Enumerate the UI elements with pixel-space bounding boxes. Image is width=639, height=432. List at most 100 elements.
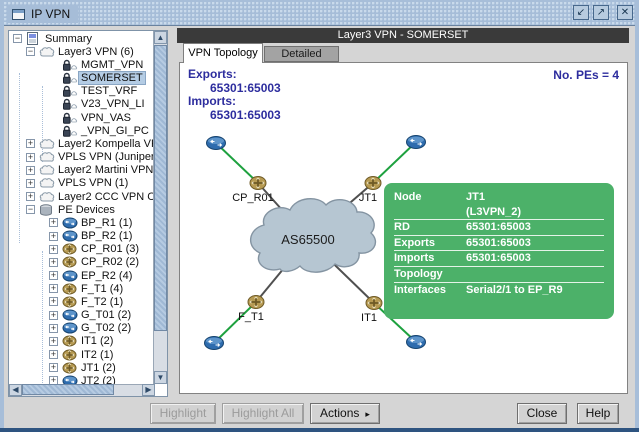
ce-router-icon[interactable] bbox=[407, 336, 426, 349]
pe-router-label: JT1 bbox=[359, 192, 377, 204]
tree-item-label: CP_R01 (3) bbox=[79, 243, 141, 255]
cloud-icon bbox=[39, 45, 56, 58]
collapse-toggle-icon[interactable]: − bbox=[26, 47, 35, 56]
highlight-all-button[interactable]: Highlight All bbox=[222, 403, 304, 424]
tree-item-cp-r02-2[interactable]: +CP_R02 (2) bbox=[9, 256, 154, 269]
ce-router-icon[interactable] bbox=[205, 337, 224, 350]
expand-toggle-icon[interactable]: + bbox=[26, 166, 35, 175]
collapse-toggle-icon[interactable]: − bbox=[26, 205, 35, 214]
tab-detailed[interactable]: Detailed bbox=[264, 46, 339, 62]
tree-item-label: JT1 (2) bbox=[79, 362, 118, 374]
node-tooltip: NodeJT1(L3VPN_2)RD65301:65003Exports6530… bbox=[384, 183, 614, 319]
cloud-icon bbox=[39, 164, 56, 177]
tree-item-layer3-vpn-6[interactable]: − Layer3 VPN (6) bbox=[9, 45, 154, 58]
ip-vpn-window: IP VPN ↙ ↗ ✕ −Summary−Layer3 VPN (6)MGMT… bbox=[0, 0, 639, 432]
lock-icon bbox=[62, 58, 79, 71]
tree-item-pe-devices[interactable]: −PE Devices bbox=[9, 203, 154, 216]
tree-item-jt1-2[interactable]: + JT1 (2) bbox=[9, 361, 154, 374]
ce-pe-link bbox=[216, 143, 258, 183]
tree-item-layer2-martini-vpn-c[interactable]: + Layer2 Martini VPN C bbox=[9, 164, 154, 177]
tooltip-value: 65301:65003 bbox=[466, 251, 604, 266]
tooltip-value: 65301:65003 bbox=[466, 236, 604, 251]
tree-item-layer2-kompella-vpn[interactable]: +Layer2 Kompella VPN bbox=[9, 137, 154, 150]
tree-item-vpn-gi-pc[interactable]: _VPN_GI_PC bbox=[9, 124, 154, 137]
tree-vertical-scrollbar[interactable]: ▲ ▼ bbox=[153, 31, 167, 384]
tree-item-it1-2[interactable]: +IT1 (2) bbox=[9, 335, 154, 348]
maximize-icon[interactable]: ↗ bbox=[593, 5, 609, 20]
tree-item-f-t2-1[interactable]: +F_T2 (1) bbox=[9, 295, 154, 308]
tree-item-f-t1-4[interactable]: +F_T1 (4) bbox=[9, 282, 154, 295]
tree-item-cp-r01-3[interactable]: + CP_R01 (3) bbox=[9, 243, 154, 256]
tooltip-label: Interfaces bbox=[394, 283, 466, 298]
minimize-icon[interactable]: ↙ bbox=[573, 5, 589, 20]
expand-toggle-icon[interactable]: + bbox=[26, 139, 35, 148]
lock-icon bbox=[62, 111, 79, 124]
expand-toggle-icon[interactable]: + bbox=[49, 258, 58, 267]
tree-item-somerset[interactable]: SOMERSET bbox=[9, 72, 154, 85]
window-border bbox=[635, 0, 639, 432]
tree-item-label: SOMERSET bbox=[79, 72, 145, 84]
tab-vpn-topology[interactable]: VPN Topology bbox=[183, 43, 263, 63]
expand-toggle-icon[interactable]: + bbox=[26, 179, 35, 188]
pe-router-icon-jt1[interactable] bbox=[365, 177, 381, 190]
ce-router-icon[interactable] bbox=[407, 136, 426, 149]
scroll-down-icon[interactable]: ▼ bbox=[154, 371, 167, 384]
actions-button[interactable]: Actions▸ bbox=[310, 403, 380, 424]
close-icon[interactable]: ✕ bbox=[617, 5, 633, 20]
expand-toggle-icon[interactable]: + bbox=[26, 192, 35, 201]
highlight-button[interactable]: Highlight bbox=[150, 403, 216, 424]
tree-item-g-t02-2[interactable]: +G_T02 (2) bbox=[9, 322, 154, 335]
collapse-toggle-icon[interactable]: − bbox=[13, 34, 22, 43]
scroll-up-icon[interactable]: ▲ bbox=[154, 31, 167, 44]
horizontal-scroll-thumb[interactable] bbox=[22, 384, 114, 395]
pe-router-icon-it1[interactable] bbox=[366, 297, 382, 310]
tooltip-label: Node bbox=[394, 190, 466, 205]
expand-toggle-icon[interactable]: + bbox=[49, 324, 58, 333]
expand-toggle-icon[interactable]: + bbox=[49, 311, 58, 320]
tree-item-label: BP_R2 (1) bbox=[79, 230, 134, 242]
tree-item-mgmt-vpn[interactable]: MGMT_VPN bbox=[9, 58, 154, 71]
expand-toggle-icon[interactable]: + bbox=[26, 153, 35, 162]
tree-item-it2-1[interactable]: +IT2 (1) bbox=[9, 348, 154, 361]
route-targets: Exports: 65301:65003 Imports: 65301:6500… bbox=[188, 68, 281, 122]
titlebar[interactable]: IP VPN ↙ ↗ ✕ bbox=[4, 2, 635, 26]
tree-item-vpn-vas[interactable]: VPN_VAS bbox=[9, 111, 154, 124]
expand-toggle-icon[interactable]: + bbox=[49, 363, 58, 372]
tree-item-summary[interactable]: −Summary bbox=[9, 32, 154, 45]
tree-horizontal-scrollbar[interactable]: ◀ ▶ bbox=[9, 384, 155, 396]
pe-router-icon-cp_r01[interactable] bbox=[250, 177, 266, 190]
expand-toggle-icon[interactable]: + bbox=[49, 218, 58, 227]
expand-toggle-icon[interactable]: + bbox=[49, 232, 58, 241]
scroll-right-icon[interactable]: ▶ bbox=[142, 384, 155, 396]
close-button[interactable]: Close bbox=[517, 403, 567, 424]
expand-toggle-icon[interactable]: + bbox=[49, 245, 58, 254]
pe-count: No. PEs = 4 bbox=[553, 68, 619, 82]
expand-toggle-icon[interactable]: + bbox=[49, 297, 58, 306]
pe-router-label: IT1 bbox=[361, 312, 377, 324]
tree-item-layer2-ccc-vpn-cir[interactable]: +Layer2 CCC VPN Cir bbox=[9, 190, 154, 203]
pe-router-icon-f_t1[interactable] bbox=[248, 296, 264, 309]
tooltip-row-node-group: (L3VPN_2) bbox=[394, 205, 604, 221]
ce-pe-link bbox=[373, 142, 416, 183]
expand-toggle-icon[interactable]: + bbox=[49, 350, 58, 359]
tree-item-bp-r2-1[interactable]: + BP_R2 (1) bbox=[9, 230, 154, 243]
tree-item-label: Layer2 Martini VPN C bbox=[56, 164, 154, 176]
expand-toggle-icon[interactable]: + bbox=[49, 284, 58, 293]
router-gold-icon bbox=[62, 256, 79, 269]
tree-item-v23-vpn-li[interactable]: V23_VPN_LI bbox=[9, 98, 154, 111]
actions-caret-icon: ▸ bbox=[365, 405, 370, 424]
tree-item-g-t01-2[interactable]: +G_T01 (2) bbox=[9, 309, 154, 322]
tree-item-label: Layer3 VPN (6) bbox=[56, 46, 136, 58]
tree-item-vpls-vpn-juniper[interactable]: +VPLS VPN (Juniper) ( bbox=[9, 151, 154, 164]
tree-item-ep-r2-4[interactable]: +EP_R2 (4) bbox=[9, 269, 154, 282]
expand-toggle-icon[interactable]: + bbox=[49, 271, 58, 280]
vertical-scroll-thumb[interactable] bbox=[154, 45, 167, 331]
help-button[interactable]: Help bbox=[577, 403, 619, 424]
tree-item-test-vrf[interactable]: TEST_VRF bbox=[9, 85, 154, 98]
tree-item-vpls-vpn-1[interactable]: +VPLS VPN (1) bbox=[9, 177, 154, 190]
expand-toggle-icon[interactable]: + bbox=[49, 337, 58, 346]
ce-router-icon[interactable] bbox=[207, 137, 226, 150]
tree-item-bp-r1-1[interactable]: +BP_R1 (1) bbox=[9, 216, 154, 229]
scroll-left-icon[interactable]: ◀ bbox=[9, 384, 22, 396]
tooltip-row-exports: Exports65301:65003 bbox=[394, 236, 604, 252]
